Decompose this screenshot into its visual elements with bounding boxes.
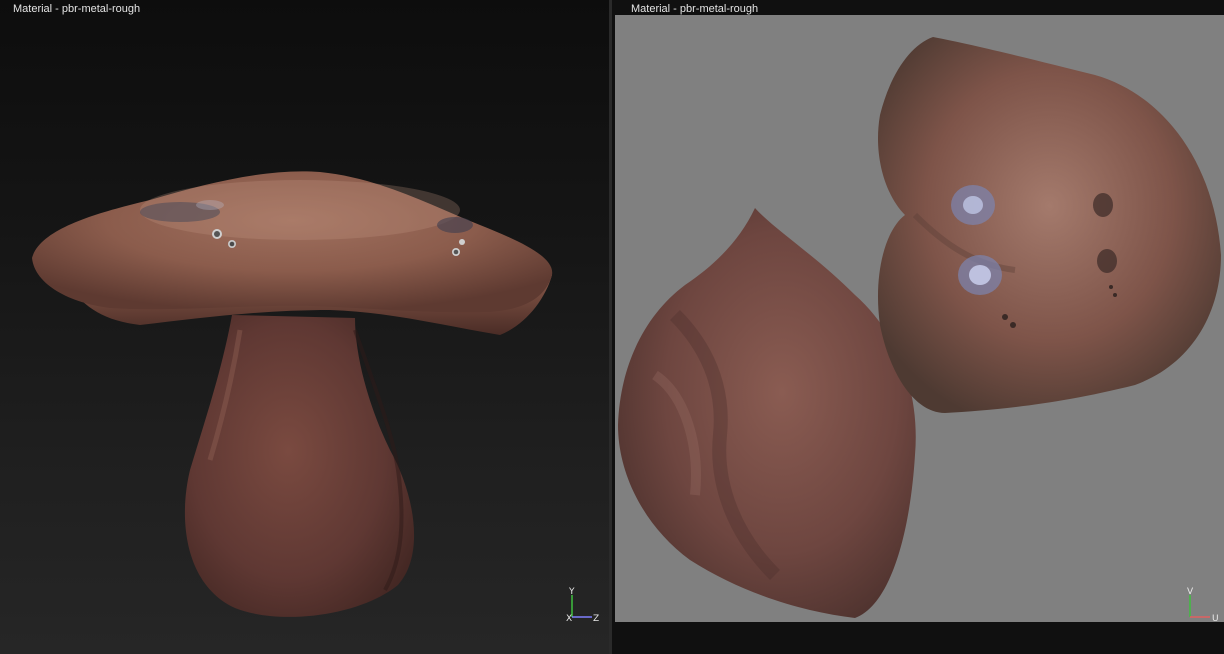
axis-gizmo-icon: Y Z X xyxy=(566,587,599,624)
axis-label-up: Y xyxy=(568,587,575,597)
uv-canvas[interactable] xyxy=(615,15,1224,622)
axis-label-u: U xyxy=(1212,614,1219,624)
axis-gizmo-icon: V U xyxy=(1187,587,1219,624)
uv-viewport[interactable]: Material - pbr-metal-rough V U xyxy=(612,0,1224,654)
texture-viewer-app: Material - pbr-metal-rough Y Z X Materia… xyxy=(0,0,1224,654)
axis-label-right: Z xyxy=(593,614,599,624)
axis-label-origin: X xyxy=(566,614,572,624)
model-viewport[interactable]: Material - pbr-metal-rough Y Z X xyxy=(0,0,609,654)
axis-label-v: V xyxy=(1187,587,1194,597)
cap-bump xyxy=(459,239,465,245)
uv-texture-map xyxy=(618,37,1221,618)
uv-viewport-label: Material - pbr-metal-rough xyxy=(631,3,759,15)
mushroom-model[interactable] xyxy=(0,0,609,654)
mushroom-stem xyxy=(184,315,415,617)
